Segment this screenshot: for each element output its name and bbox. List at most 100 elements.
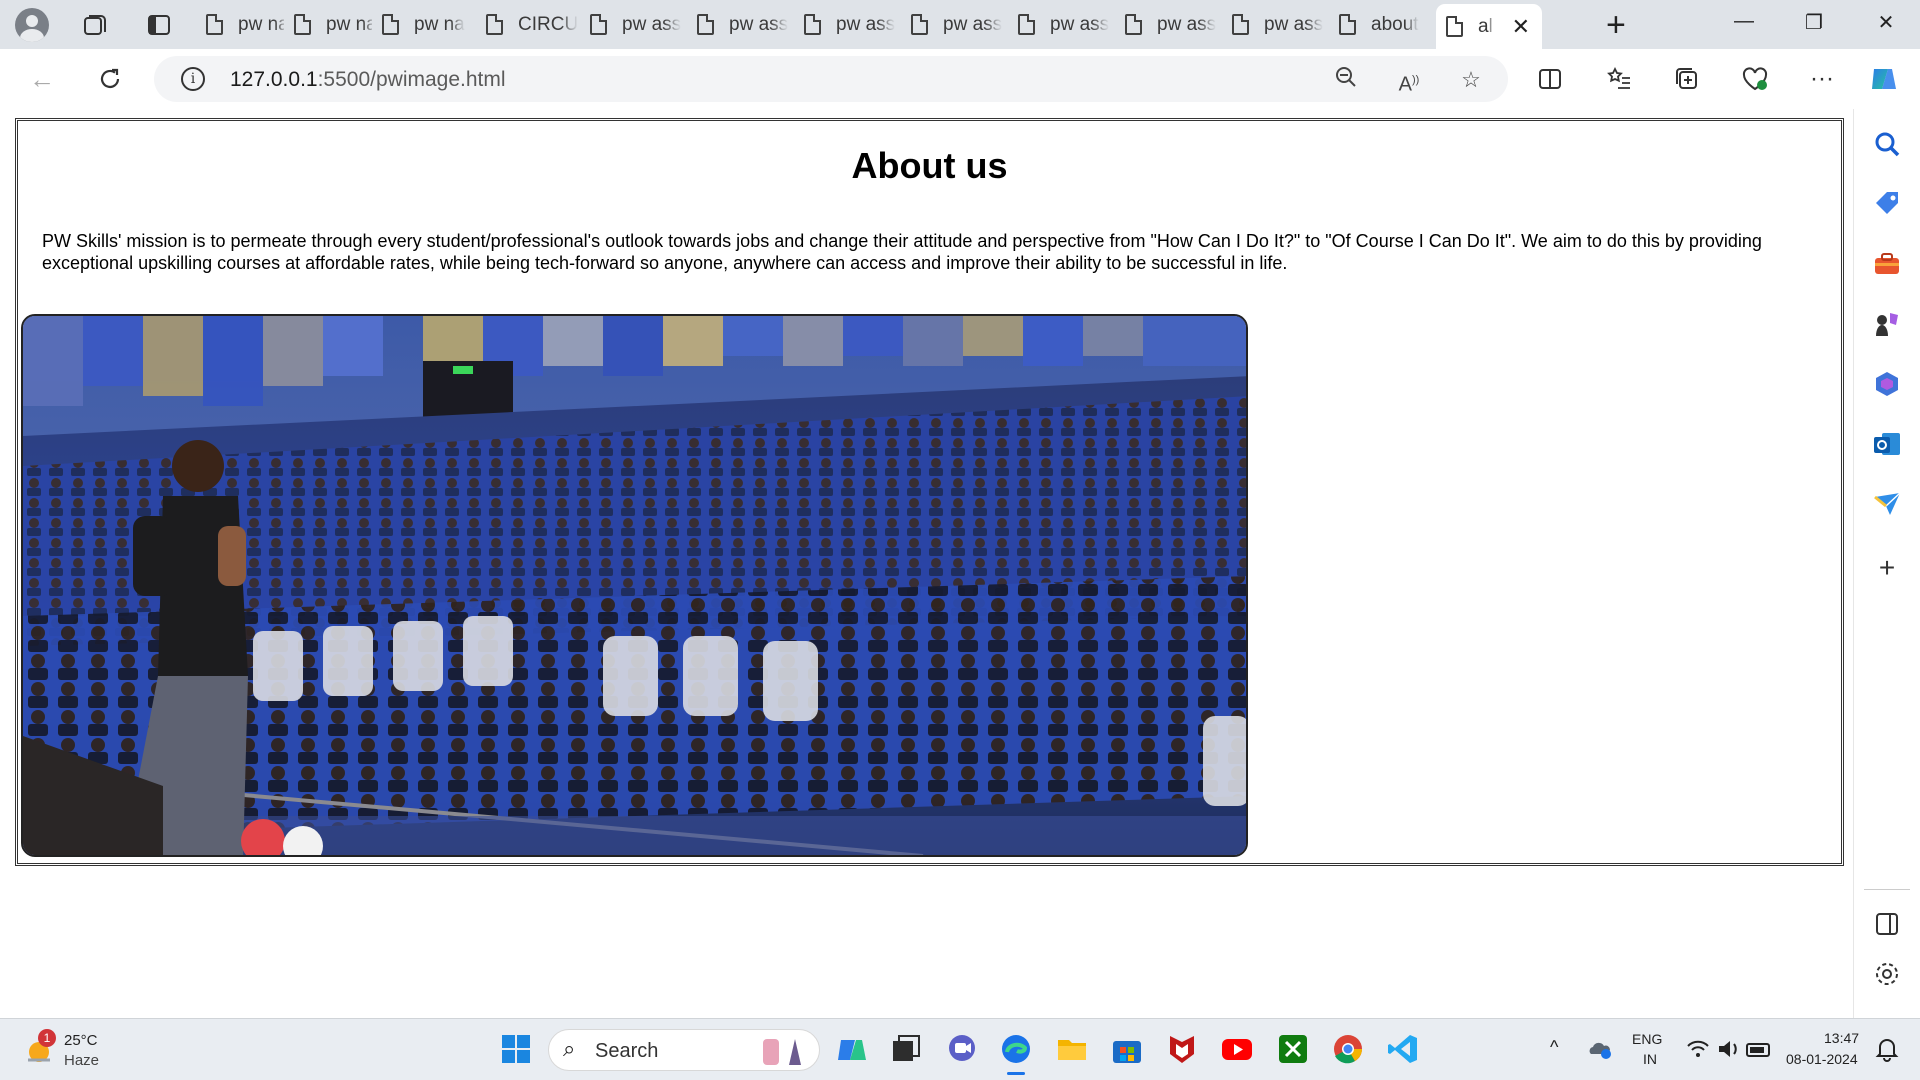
file-explorer-icon[interactable] (1055, 1032, 1089, 1066)
browser-tab[interactable]: pw na (372, 4, 476, 45)
page-icon (1339, 14, 1356, 35)
favorites-icon[interactable] (1601, 61, 1637, 97)
browser-tab[interactable]: about (1329, 4, 1436, 45)
page-icon (1018, 14, 1035, 35)
sidebar-games-icon[interactable] (1872, 309, 1902, 339)
page-viewport: About us PW Skills' mission is to permea… (7, 109, 1853, 1018)
weather-badge: 1 (38, 1029, 56, 1047)
tab-title: pw na (238, 13, 284, 35)
read-aloud-icon[interactable]: A)) (1394, 65, 1424, 96)
browser-tab[interactable]: pw ass (794, 4, 901, 45)
page-icon (1232, 14, 1249, 35)
windows-start-icon[interactable] (499, 1032, 533, 1066)
url-path: :5500/pwimage.html (317, 68, 506, 91)
teams-chat-icon[interactable] (945, 1032, 979, 1066)
site-info-icon[interactable]: i (181, 67, 205, 91)
tab-title: pw na (414, 13, 465, 35)
task-view-icon[interactable] (889, 1032, 923, 1066)
browser-tab[interactable]: pw ass (901, 4, 1008, 45)
mission-paragraph: PW Skills' mission is to permeate throug… (42, 231, 1762, 273)
close-tab-icon[interactable]: ✕ (1512, 14, 1530, 40)
refresh-button[interactable] (92, 61, 128, 97)
url-text[interactable]: 127.0.0.1:5500/pwimage.html (230, 68, 506, 92)
edge-taskbar-icon[interactable] (999, 1032, 1033, 1075)
restore-button[interactable]: ❐ (1794, 10, 1834, 35)
taskbar-search[interactable]: ⌕ Search (548, 1029, 820, 1071)
collections-icon[interactable] (1669, 61, 1705, 97)
weather-desc: Haze (64, 1052, 100, 1069)
favorite-star-icon[interactable]: ☆ (1456, 65, 1486, 95)
chrome-icon[interactable] (1331, 1032, 1365, 1066)
tab-title: pw ass (836, 13, 896, 35)
profile-avatar[interactable] (15, 8, 49, 42)
page-icon (1125, 14, 1142, 35)
browser-tab[interactable]: pw ass (687, 4, 794, 45)
page-icon (382, 14, 399, 35)
browser-tab[interactable]: CIRCU (476, 4, 580, 45)
page-icon (294, 14, 311, 35)
copilot-icon[interactable] (1866, 61, 1902, 97)
tray-overflow-icon[interactable]: ^ (1550, 1037, 1558, 1058)
taskbar-search-label: Search (595, 1040, 659, 1062)
onedrive-icon[interactable] (1587, 1036, 1613, 1062)
browser-tab[interactable]: pw ass (1222, 4, 1329, 45)
page-icon (1446, 16, 1463, 37)
copilot-pre-taskbar-icon[interactable] (836, 1032, 870, 1066)
network-volume-battery-icons[interactable] (1685, 1036, 1775, 1062)
tab-actions-icon[interactable] (142, 8, 176, 42)
page-icon (486, 14, 503, 35)
sidebar-hide-icon[interactable] (1872, 909, 1902, 939)
vscode-icon[interactable] (1386, 1032, 1420, 1066)
clock-time[interactable]: 13:47 (1824, 1030, 1859, 1046)
browser-tab[interactable]: pw na (196, 4, 284, 45)
tab-title: CIRCU (518, 13, 579, 35)
weather-temp: 25°C (64, 1032, 98, 1049)
page-title: About us (851, 145, 1008, 186)
sidebar-search-icon[interactable] (1872, 129, 1902, 159)
tab-title: about (1371, 13, 1419, 35)
tab-strip: pw na pw na pw na CIRCU pw ass pw ass pw ass pw… (0, 0, 1920, 49)
tab-title: pw ass (729, 13, 789, 35)
page-icon (590, 14, 607, 35)
sidebar-shopping-icon[interactable] (1872, 189, 1902, 219)
minimize-button[interactable]: — (1724, 10, 1764, 33)
browser-tab[interactable]: pw ass (1115, 4, 1222, 45)
browser-tab[interactable]: al ✕ (1436, 4, 1542, 49)
auditorium-photo (21, 314, 1248, 857)
xbox-icon[interactable] (1276, 1032, 1310, 1066)
url-host: 127.0.0.1 (230, 68, 318, 91)
sidebar-tools-icon[interactable] (1872, 249, 1902, 279)
workspaces-icon[interactable] (78, 8, 112, 42)
sidebar-outlook-icon[interactable] (1872, 429, 1902, 459)
sidebar-drop-icon[interactable] (1872, 489, 1902, 519)
notifications-icon[interactable] (1874, 1036, 1900, 1062)
browser-tab[interactable]: pw ass (580, 4, 687, 45)
browser-essentials-icon[interactable] (1737, 61, 1773, 97)
tab-list: pw na pw na pw na CIRCU pw ass pw ass pw ass pw… (196, 4, 1596, 49)
page-icon (911, 14, 928, 35)
address-bar[interactable]: i 127.0.0.1:5500/pwimage.html A)) ☆ (154, 56, 1508, 102)
close-window-button[interactable]: ✕ (1866, 10, 1906, 35)
tab-title: pw ass (1157, 13, 1217, 35)
page-icon (697, 14, 714, 35)
lang-line-2[interactable]: IN (1643, 1051, 1657, 1067)
youtube-icon[interactable] (1220, 1032, 1254, 1066)
sidebar-divider (1864, 889, 1910, 890)
clock-date[interactable]: 08-01-2024 (1786, 1051, 1858, 1067)
content-frame: About us PW Skills' mission is to permea… (15, 118, 1844, 866)
microsoft-store-icon[interactable] (1110, 1032, 1144, 1066)
sidebar-add-icon[interactable]: + (1872, 554, 1902, 584)
sidebar-m365-icon[interactable] (1872, 369, 1902, 399)
tab-title: pw ass (1050, 13, 1110, 35)
new-tab-button[interactable]: + (1606, 8, 1626, 42)
zoom-out-icon[interactable] (1331, 65, 1361, 95)
split-screen-icon[interactable] (1532, 61, 1568, 97)
lang-line-1[interactable]: ENG (1632, 1031, 1662, 1047)
back-button[interactable]: ← (24, 61, 60, 97)
sidebar-settings-icon[interactable] (1872, 959, 1902, 989)
windows-taskbar: 1 25°C Haze ⌕ Search ^ ENG IN 13:47 08-0… (0, 1018, 1920, 1080)
mcafee-icon[interactable] (1165, 1032, 1199, 1066)
browser-tab[interactable]: pw ass (1008, 4, 1115, 45)
browser-tab[interactable]: pw na (284, 4, 372, 45)
more-options-icon[interactable]: ··· (1804, 61, 1840, 97)
